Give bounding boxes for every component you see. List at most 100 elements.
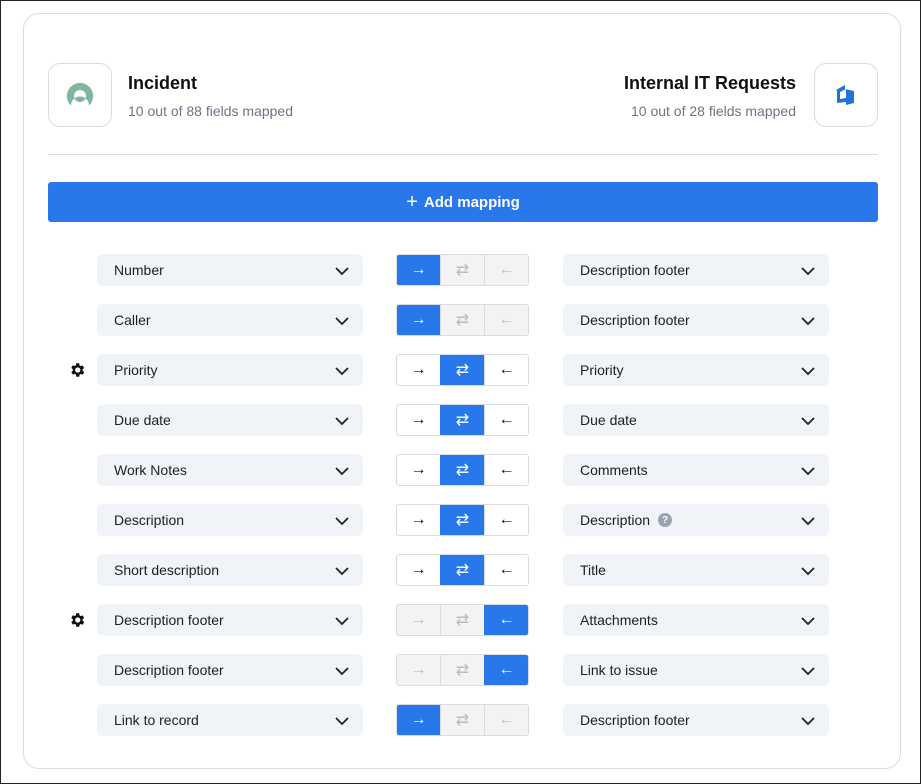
chevron-down-icon bbox=[335, 714, 349, 730]
gear-icon[interactable] bbox=[68, 361, 86, 379]
target-field-label: Comments bbox=[580, 462, 648, 478]
source-field-select[interactable]: Priority bbox=[97, 354, 363, 386]
arrow-right-icon: → bbox=[411, 561, 427, 579]
source-field-select[interactable]: Short description bbox=[97, 554, 363, 586]
direction-right-button[interactable]: → bbox=[397, 705, 440, 735]
gear-icon[interactable] bbox=[68, 611, 86, 629]
target-field-label: Description footer bbox=[580, 312, 690, 328]
target-field-select[interactable]: Description footer bbox=[563, 704, 829, 736]
direction-both-button[interactable]: ⇄ bbox=[440, 405, 484, 435]
direction-both-button[interactable]: ⇄ bbox=[440, 255, 484, 285]
direction-left-button[interactable]: ← bbox=[484, 255, 528, 285]
direction-left-button[interactable]: ← bbox=[484, 655, 528, 685]
arrow-both-icon: ⇄ bbox=[456, 710, 469, 730]
target-subtitle: 10 out of 28 fields mapped bbox=[631, 103, 796, 119]
direction-left-button[interactable]: ← bbox=[484, 405, 528, 435]
source-field-select[interactable]: Description bbox=[97, 504, 363, 536]
target-field-select[interactable]: Title bbox=[563, 554, 829, 586]
direction-right-button[interactable]: → bbox=[397, 405, 440, 435]
direction-left-button[interactable]: ← bbox=[484, 305, 528, 335]
direction-both-button[interactable]: ⇄ bbox=[440, 505, 484, 535]
direction-right-button[interactable]: → bbox=[397, 455, 440, 485]
servicenow-logo-icon bbox=[64, 81, 96, 109]
direction-both-button[interactable]: ⇄ bbox=[440, 705, 484, 735]
direction-right-button[interactable]: → bbox=[397, 555, 440, 585]
arrow-right-icon: → bbox=[411, 411, 427, 429]
arrow-right-icon: → bbox=[411, 711, 427, 729]
arrow-right-icon: → bbox=[411, 661, 427, 679]
direction-both-button[interactable]: ⇄ bbox=[440, 355, 484, 385]
source-field-select[interactable]: Number bbox=[97, 254, 363, 286]
chevron-down-icon bbox=[801, 264, 815, 280]
mapping-row: Caller → ⇄ ← Description footer bbox=[24, 304, 902, 336]
chevron-down-icon bbox=[335, 464, 349, 480]
chevron-down-icon bbox=[335, 564, 349, 580]
direction-left-button[interactable]: ← bbox=[484, 455, 528, 485]
target-field-select[interactable]: Description? bbox=[563, 504, 829, 536]
target-field-label: Title bbox=[580, 562, 606, 578]
add-mapping-label: Add mapping bbox=[424, 194, 520, 211]
direction-right-button[interactable]: → bbox=[397, 655, 440, 685]
arrow-left-icon: ← bbox=[499, 711, 515, 729]
direction-right-button[interactable]: → bbox=[397, 305, 440, 335]
source-field-label: Link to record bbox=[114, 712, 199, 728]
chevron-down-icon bbox=[801, 464, 815, 480]
arrow-right-icon: → bbox=[411, 511, 427, 529]
direction-left-button[interactable]: ← bbox=[484, 605, 528, 635]
header-divider bbox=[48, 154, 878, 155]
direction-right-button[interactable]: → bbox=[397, 605, 440, 635]
add-mapping-button[interactable]: + Add mapping bbox=[48, 182, 878, 222]
chevron-down-icon bbox=[801, 364, 815, 380]
direction-toggle: → ⇄ ← bbox=[396, 554, 529, 586]
source-title: Incident bbox=[128, 73, 197, 94]
mapping-row: Description → ⇄ ← Description? bbox=[24, 504, 902, 536]
source-field-select[interactable]: Caller bbox=[97, 304, 363, 336]
mapping-card: Incident 10 out of 88 fields mapped Inte… bbox=[23, 13, 901, 769]
target-field-select[interactable]: Attachments bbox=[563, 604, 829, 636]
mapping-row: Description footer → ⇄ ← Attachments bbox=[24, 604, 902, 636]
target-field-select[interactable]: Description footer bbox=[563, 254, 829, 286]
direction-both-button[interactable]: ⇄ bbox=[440, 655, 484, 685]
source-field-select[interactable]: Work Notes bbox=[97, 454, 363, 486]
source-field-select[interactable]: Description footer bbox=[97, 654, 363, 686]
target-field-label: Link to issue bbox=[580, 662, 658, 678]
source-subtitle: 10 out of 88 fields mapped bbox=[128, 103, 293, 119]
arrow-both-icon: ⇄ bbox=[456, 510, 469, 530]
direction-left-button[interactable]: ← bbox=[484, 555, 528, 585]
direction-right-button[interactable]: → bbox=[397, 505, 440, 535]
direction-left-button[interactable]: ← bbox=[484, 355, 528, 385]
target-field-select[interactable]: Comments bbox=[563, 454, 829, 486]
direction-left-button[interactable]: ← bbox=[484, 505, 528, 535]
direction-both-button[interactable]: ⇄ bbox=[440, 455, 484, 485]
direction-both-button[interactable]: ⇄ bbox=[440, 605, 484, 635]
arrow-left-icon: ← bbox=[499, 311, 515, 329]
source-field-select[interactable]: Description footer bbox=[97, 604, 363, 636]
help-icon[interactable]: ? bbox=[658, 513, 672, 527]
direction-toggle: → ⇄ ← bbox=[396, 504, 529, 536]
arrow-left-icon: ← bbox=[499, 461, 515, 479]
chevron-down-icon bbox=[335, 414, 349, 430]
target-field-select[interactable]: Link to issue bbox=[563, 654, 829, 686]
arrow-right-icon: → bbox=[411, 361, 427, 379]
direction-right-button[interactable]: → bbox=[397, 355, 440, 385]
chevron-down-icon bbox=[801, 714, 815, 730]
plus-icon: + bbox=[406, 191, 418, 214]
arrow-both-icon: ⇄ bbox=[456, 560, 469, 580]
arrow-both-icon: ⇄ bbox=[456, 360, 469, 380]
direction-left-button[interactable]: ← bbox=[484, 705, 528, 735]
mapping-row: Link to record → ⇄ ← Description footer bbox=[24, 704, 902, 736]
chevron-down-icon bbox=[335, 364, 349, 380]
target-field-select[interactable]: Due date bbox=[563, 404, 829, 436]
direction-both-button[interactable]: ⇄ bbox=[440, 555, 484, 585]
mapping-row: Priority → ⇄ ← Priority bbox=[24, 354, 902, 386]
arrow-right-icon: → bbox=[411, 461, 427, 479]
direction-right-button[interactable]: → bbox=[397, 255, 440, 285]
target-field-select[interactable]: Priority bbox=[563, 354, 829, 386]
source-field-select[interactable]: Link to record bbox=[97, 704, 363, 736]
direction-toggle: → ⇄← bbox=[396, 404, 529, 436]
source-field-select[interactable]: Due date bbox=[97, 404, 363, 436]
target-field-select[interactable]: Description footer bbox=[563, 304, 829, 336]
arrow-both-icon: ⇄ bbox=[456, 610, 469, 630]
arrow-both-icon: ⇄ bbox=[456, 310, 469, 330]
direction-both-button[interactable]: ⇄ bbox=[440, 305, 484, 335]
